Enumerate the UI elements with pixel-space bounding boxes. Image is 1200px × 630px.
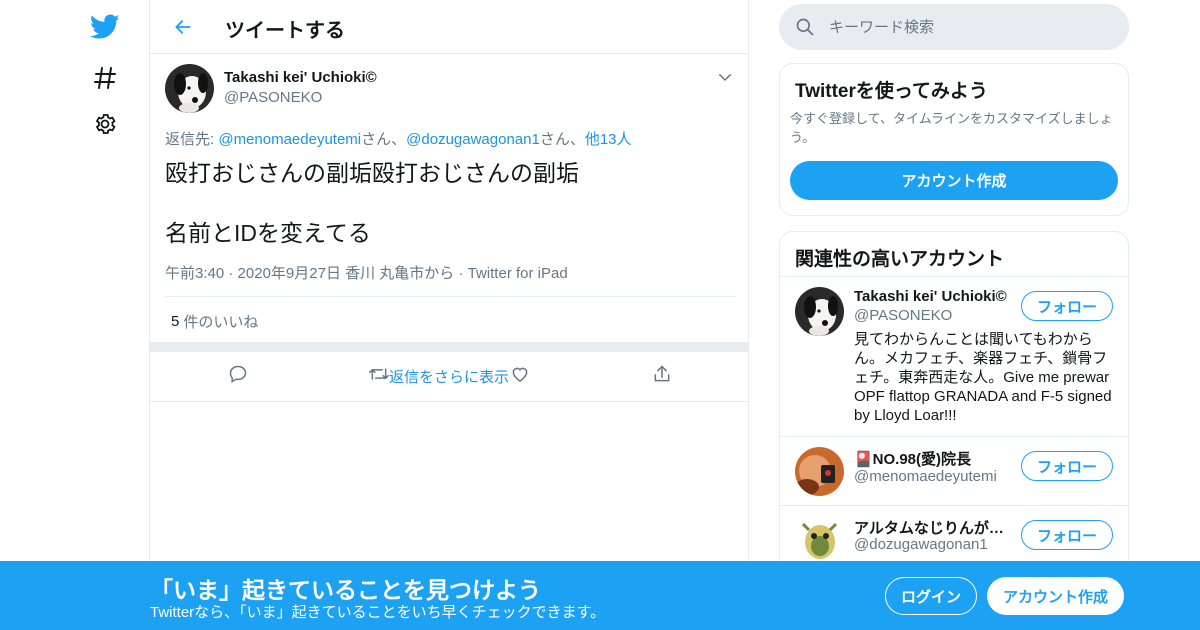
like-count-value: 5 xyxy=(171,313,180,330)
author-name[interactable]: Takashi kei' Uchioki© xyxy=(224,69,377,86)
user-handle[interactable]: @menomaedeyutemi xyxy=(854,468,997,485)
page: ツイートする Takashi kei' Uchioki© @PASONEKO 返… xyxy=(0,0,1200,630)
user-name[interactable]: アルタムなじりんが… xyxy=(854,517,1004,538)
create-account-button[interactable]: アカウント作成 xyxy=(790,161,1118,200)
related-user-row[interactable]: Takashi kei' Uchioki© @PASONEKO フォロー 見てわ… xyxy=(780,277,1128,437)
banner-title: 「いま」起きていることを見つけよう xyxy=(150,577,541,603)
user-name[interactable]: 🎴NO.98(愛)院長 xyxy=(854,448,971,469)
chevron-down-icon[interactable] xyxy=(716,68,734,86)
card-title: 関連性の高いアカウント xyxy=(795,249,1005,270)
signup-description: 今すぐ登録して、タイムラインをカスタマイズしましょう。 xyxy=(790,111,1113,145)
follow-button[interactable]: フォロー xyxy=(1021,451,1113,481)
gear-icon[interactable] xyxy=(88,107,122,141)
header: ツイートする xyxy=(150,0,748,54)
banner-subtitle: Twitterなら、「いま」起きていることをいち早くチェックできます。 xyxy=(150,604,606,621)
avatar[interactable] xyxy=(795,516,844,565)
signup-banner: 「いま」起きていることを見つけよう Twitterなら、「いま」起きていることを… xyxy=(0,561,1200,630)
user-handle[interactable]: @dozugawagonan1 xyxy=(854,536,988,553)
meta-dot: · xyxy=(224,265,238,282)
login-button[interactable]: ログイン xyxy=(885,577,977,615)
user-handle[interactable]: @PASONEKO xyxy=(854,307,952,324)
back-arrow-icon[interactable] xyxy=(168,12,198,42)
avatar[interactable] xyxy=(165,64,214,113)
avatar[interactable] xyxy=(795,287,844,336)
reply-user-link[interactable]: @menomaedeyutemi xyxy=(218,131,361,148)
twitter-bird-icon[interactable] xyxy=(88,10,122,44)
divider xyxy=(150,342,748,352)
tweet-time[interactable]: 午前3:40 xyxy=(165,265,224,282)
likes-count[interactable]: 5 件のいいね xyxy=(165,296,735,347)
user-name[interactable]: Takashi kei' Uchioki© xyxy=(854,288,1007,305)
tweet-date[interactable]: 2020年9月27日 xyxy=(238,265,341,282)
show-more-replies-link[interactable]: 返信をさらに表示 xyxy=(150,352,748,402)
related-header: 関連性の高いアカウント xyxy=(780,232,1128,277)
reply-others-link[interactable]: 他13人 xyxy=(585,131,632,148)
reply-to-line: 返信先: @menomaedeyutemiさん、@dozugawagonan1さ… xyxy=(165,128,632,149)
reply-prefix: 返信先: xyxy=(165,131,219,148)
hashtag-icon[interactable] xyxy=(88,61,122,95)
search-bar xyxy=(779,4,1129,50)
follow-button[interactable]: フォロー xyxy=(1021,520,1113,550)
avatar[interactable] xyxy=(795,447,844,496)
user-bio: 見てわからんことは聞いてもわからん。メカフェチ、楽器フェチ、鎖骨フェチ。東奔西走… xyxy=(854,331,1112,424)
tweet-source: Twitter for iPad xyxy=(467,265,568,282)
main-column: ツイートする Takashi kei' Uchioki© @PASONEKO 返… xyxy=(149,0,749,630)
related-user-row[interactable]: 🎴NO.98(愛)院長 @menomaedeyutemi フォロー xyxy=(780,437,1128,506)
meta-dot: · xyxy=(454,265,468,282)
card-title: Twitterを使ってみよう xyxy=(795,81,988,102)
signup-card: Twitterを使ってみよう 今すぐ登録して、タイムラインをカスタマイズしましょ… xyxy=(779,63,1129,216)
tweet-location[interactable]: 香川 丸亀市から xyxy=(345,265,454,282)
search-input[interactable] xyxy=(829,4,1109,50)
search-icon xyxy=(795,17,815,42)
banner-create-account-button[interactable]: アカウント作成 xyxy=(987,577,1124,615)
tweet-text: 殴打おじさんの副垢殴打おじさんの副垢 名前とIDを変えてる xyxy=(165,158,579,248)
like-count-label: 件のいいね xyxy=(183,314,259,331)
tweet-text-line: 名前とIDを変えてる xyxy=(165,220,371,246)
reply-separator: さん、 xyxy=(539,131,585,148)
reply-user-link[interactable]: @dozugawagonan1 xyxy=(406,131,540,148)
reply-separator: さん、 xyxy=(361,131,407,148)
left-nav xyxy=(80,0,130,630)
author-handle[interactable]: @PASONEKO xyxy=(224,89,322,106)
page-title: ツイートする xyxy=(225,20,345,42)
tweet-text-line: 殴打おじさんの副垢殴打おじさんの副垢 xyxy=(165,160,579,186)
follow-button[interactable]: フォロー xyxy=(1021,291,1113,321)
tweet-metadata: 午前3:40 · 2020年9月27日 香川 丸亀市から · Twitter f… xyxy=(165,262,568,283)
